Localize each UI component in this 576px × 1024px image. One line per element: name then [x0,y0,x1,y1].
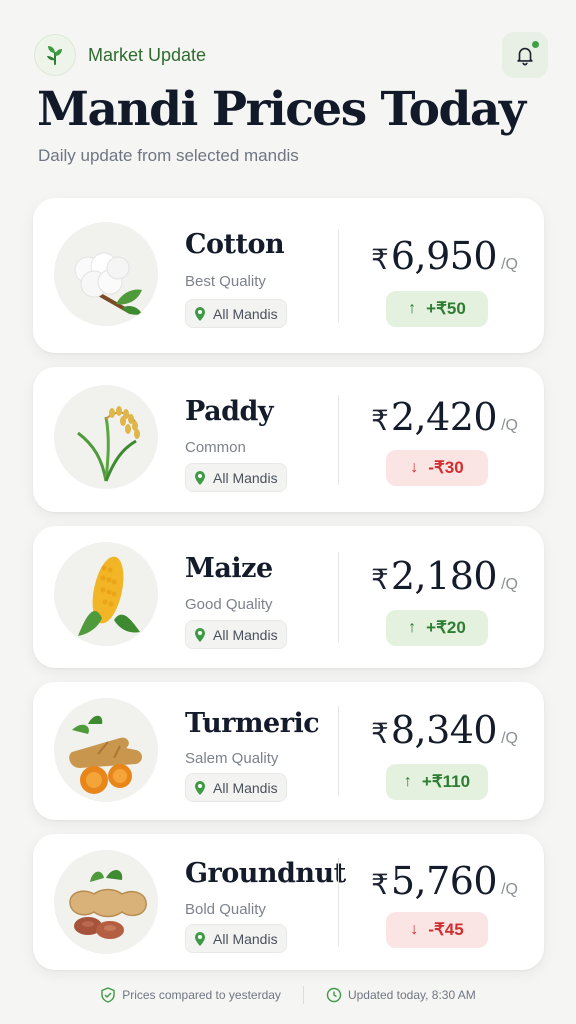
price-unit: /Q [501,881,518,898]
price-change-value: +₹110 [421,772,471,791]
price-unit: /Q [501,417,518,434]
price-unit: /Q [501,256,518,273]
maize-icon [54,542,158,646]
crop-price: ₹ 8,340 /Q [371,708,518,752]
price-change-badge: ↑ +₹110 [386,764,488,800]
mandi-filter-chip[interactable]: All Mandis [185,924,287,953]
card-divider [338,395,339,485]
price-change-badge: ↓ -₹30 [386,450,488,486]
price-change-value: -₹45 [428,920,464,939]
location-pin-icon [194,306,206,321]
price-unit: /Q [501,576,518,593]
crop-price: ₹ 2,180 /Q [371,554,518,598]
comparison-text: Prices compared to yesterday [122,988,281,1002]
price-change-badge: ↓ -₹45 [386,912,488,948]
price-value: 6,950 [390,234,498,278]
groundnut-icon [54,850,158,954]
price-change-badge: ↑ +₹50 [386,291,488,327]
rupee-symbol: ₹ [370,868,389,901]
mandi-filter-chip[interactable]: All Mandis [185,620,287,649]
price-value: 5,760 [390,859,498,903]
price-unit: /Q [501,730,518,747]
price-value: 2,420 [390,395,498,439]
crop-name: Turmeric [185,708,320,739]
location-pin-icon [194,931,206,946]
update-time-text: Updated today, 8:30 AM [347,988,476,1002]
arrow-down-icon: ↓ [410,459,419,476]
crop-price: ₹ 5,760 /Q [371,859,518,903]
sprout-logo-icon [34,34,76,76]
mandi-label: All Mandis [213,626,278,643]
crop-grade: Best Quality [185,273,266,290]
page-subtitle: Daily update from selected mandis [38,146,299,165]
notification-dot [532,41,539,48]
card-divider [338,230,339,322]
update-time-note: Updated today, 8:30 AM [326,987,476,1003]
rupee-symbol: ₹ [370,717,389,750]
turmeric-icon [54,698,158,802]
location-pin-icon [194,780,206,795]
location-pin-icon [194,627,206,642]
clock-icon [326,987,342,1003]
cotton-icon [54,222,158,326]
crop-card-turmeric[interactable]: Turmeric Salem Quality All Mandis ₹ 8,34… [33,682,544,820]
crop-card-cotton[interactable]: Cotton Best Quality All Mandis ₹ 6,950 /… [33,198,544,353]
card-divider [338,858,339,946]
crop-name: Paddy [185,396,274,427]
price-value: 2,180 [390,554,498,598]
crop-price: ₹ 6,950 /Q [371,234,518,278]
market-update-label: Market Update [88,44,207,65]
arrow-up-icon: ↑ [403,773,412,790]
location-pin-icon [194,470,206,485]
price-value: 8,340 [390,708,498,752]
price-change-badge: ↑ +₹20 [386,610,488,646]
price-change-value: +₹20 [426,618,466,637]
mandi-label: All Mandis [213,930,278,947]
mandi-label: All Mandis [213,305,278,322]
arrow-up-icon: ↑ [408,619,417,636]
card-divider [338,552,339,642]
crop-price: ₹ 2,420 /Q [371,395,518,439]
paddy-icon [54,385,158,489]
crop-name: Maize [185,553,273,584]
crop-card-paddy[interactable]: Paddy Common All Mandis ₹ 2,420 /Q ↓ -₹3… [33,367,544,512]
crop-card-groundnut[interactable]: Groundnut Bold Quality All Mandis ₹ 5,76… [33,834,544,970]
shield-check-icon [101,987,115,1003]
price-change-value: +₹50 [426,299,466,318]
mandi-label: All Mandis [213,469,278,486]
mandi-filter-chip[interactable]: All Mandis [185,463,287,492]
crop-grade: Good Quality [185,596,273,613]
crop-grade: Bold Quality [185,901,266,918]
footer-divider [302,986,304,1004]
rupee-symbol: ₹ [370,243,389,276]
card-divider [338,706,339,796]
footer-bar: Prices compared to yesterday Updated tod… [0,986,576,1004]
crop-card-maize[interactable]: Maize Good Quality All Mandis ₹ 2,180 /Q… [33,526,544,668]
rupee-symbol: ₹ [370,404,389,437]
crop-grade: Salem Quality [185,750,279,767]
page-title: Mandi Prices Today [37,82,526,137]
notification-button[interactable] [502,32,548,78]
arrow-down-icon: ↓ [410,921,419,938]
crop-name: Groundnut [185,858,346,889]
mandi-filter-chip[interactable]: All Mandis [185,299,287,328]
price-change-value: -₹30 [428,458,464,477]
comparison-note: Prices compared to yesterday [100,987,281,1003]
crop-grade: Common [185,439,246,456]
rupee-symbol: ₹ [370,563,389,596]
mandi-filter-chip[interactable]: All Mandis [185,773,287,802]
crop-name: Cotton [185,229,285,260]
mandi-label: All Mandis [213,779,278,796]
arrow-up-icon: ↑ [408,300,417,317]
header-bar: Market Update [34,32,548,78]
